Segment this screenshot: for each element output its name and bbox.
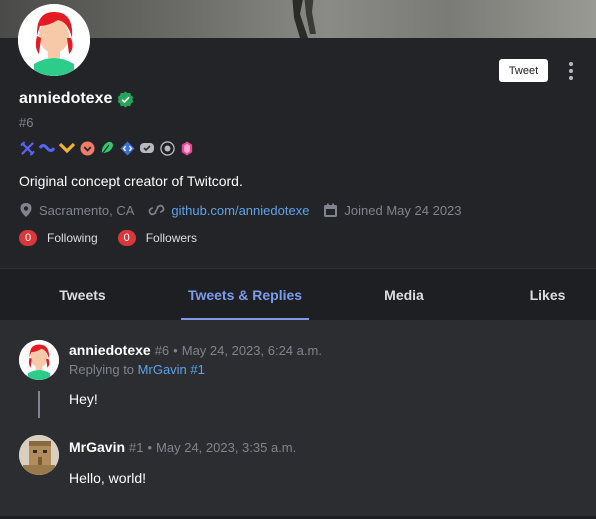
following-count-badge: 0 [19,230,37,246]
tab-spacer [165,269,181,320]
profile-username: anniedotexe [19,90,113,107]
joined-item: Joined May 24 2023 [323,202,462,218]
verified-icon [118,91,134,107]
website-link[interactable]: github.com/anniedotexe [171,203,309,218]
replying-to-link[interactable]: MrGavin #1 [138,362,205,377]
profile-header: Tweet anniedotexe #6 Original concept cr… [0,4,596,268]
following-label: Following [47,231,98,245]
tweet-button[interactable]: Tweet [499,59,548,82]
boost-icon[interactable] [59,140,75,156]
more-options-icon[interactable] [566,60,576,82]
hypesquad-icon[interactable] [19,140,35,156]
early-supporter-icon[interactable] [99,140,115,156]
profile-discriminator: #6 [19,115,34,130]
tab-tweets[interactable]: Tweets [0,269,165,320]
followers-label: Followers [145,231,198,245]
moderator-icon[interactable] [159,140,175,156]
post-timestamp[interactable]: May 24, 2023, 3:35 a.m. [156,440,296,455]
location-text: Sacramento, CA [39,202,135,218]
avatar-image [18,4,90,76]
post-header: MrGavin #1 • May 24, 2023, 3:35 a.m. [69,439,296,455]
following-stat[interactable]: 0 Following [19,230,98,246]
post-author-avatar[interactable] [19,435,59,475]
location-item: Sacramento, CA [19,202,134,218]
tab-tweets-and-replies[interactable]: Tweets & Replies [181,269,309,320]
follow-stats: 0 Following 0 Followers [19,230,217,246]
joined-text: Joined May 24 2023 [344,202,462,218]
avatar-image [19,340,59,380]
post-timestamp[interactable]: May 24, 2023, 6:24 a.m. [182,343,322,358]
post-header: anniedotexe #6 • May 24, 2023, 6:24 a.m. [69,342,322,358]
tab-media[interactable]: Media [309,269,499,320]
tweet-feed: anniedotexe #6 • May 24, 2023, 6:24 a.m.… [0,320,596,519]
location-pin-icon [20,203,32,217]
post-author-name[interactable]: anniedotexe [69,342,151,358]
profile-tabs: Tweets Tweets & Replies Media Likes [0,268,596,320]
followers-stat[interactable]: 0 Followers [117,230,198,246]
profile-bio: Original concept creator of Twitcord. [19,173,243,189]
thread-connector [38,391,40,418]
verified-developer-icon[interactable] [139,140,155,156]
banner-figure-image [292,0,316,38]
tab-likes[interactable]: Likes [499,269,596,320]
hypesquad-events-icon[interactable] [179,140,195,156]
post-author-avatar[interactable] [19,340,59,380]
profile-avatar[interactable] [18,4,90,76]
nitro-icon[interactable] [39,140,55,156]
bug-hunter-icon[interactable] [79,140,95,156]
replying-to-prefix: Replying to [69,362,135,377]
post-author-discriminator: #6 [154,343,170,358]
post-body: Hello, world! [69,470,147,486]
post-separator: • [147,440,153,455]
avatar-image [19,435,59,475]
profile-badges [19,140,195,156]
post-author-discriminator: #1 [129,440,144,455]
profile-page: Tweet anniedotexe #6 Original concept cr… [0,0,596,519]
post-author-name[interactable]: MrGavin [69,439,125,455]
profile-meta: Sacramento, CA github.com/anniedotexe Jo… [19,202,476,218]
link-icon [148,204,165,216]
website-item: github.com/anniedotexe [148,203,309,218]
followers-count-badge: 0 [117,230,136,246]
profile-name: anniedotexe [19,90,134,108]
replying-to-line: Replying to MrGavin #1 [69,362,205,377]
profile-banner [0,0,596,38]
post-body: Hey! [69,391,98,407]
active-developer-icon[interactable] [119,140,135,156]
post-separator: • [173,343,178,358]
calendar-icon [324,203,338,217]
